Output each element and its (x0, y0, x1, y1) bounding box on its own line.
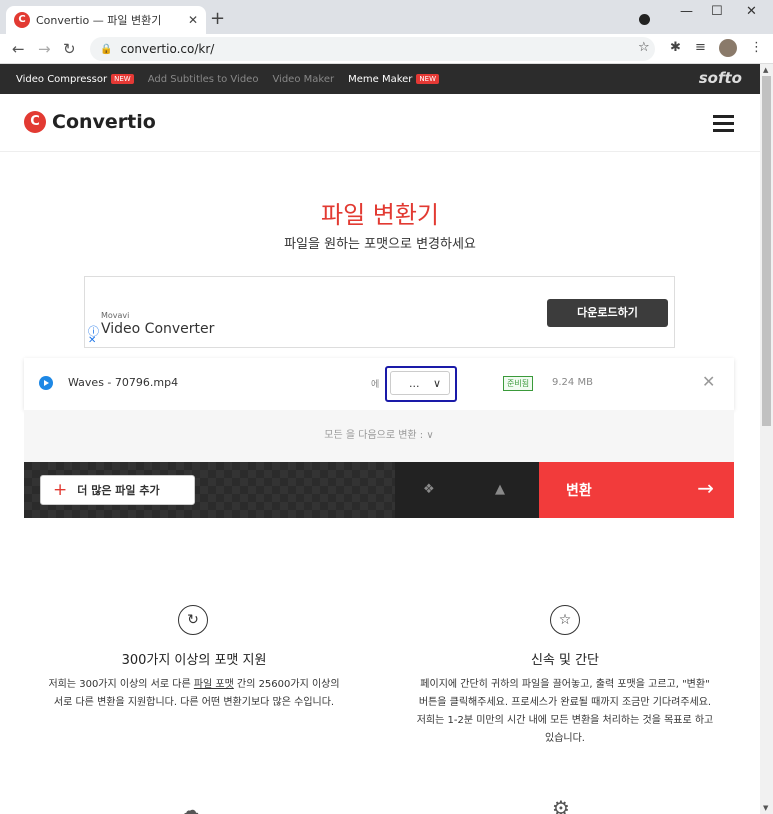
site-header: C Convertio (0, 94, 760, 152)
softo-logo[interactable]: softo (699, 69, 742, 87)
file-formats-link[interactable]: 파일 포맷 (194, 679, 234, 690)
annotation-highlight (385, 366, 457, 402)
browser-tab[interactable]: C Convertio — 파일 변환기 ✕ (6, 6, 206, 34)
cloud-icon: ☁ (180, 798, 200, 814)
scroll-down-arrow-icon[interactable]: ▼ (763, 804, 768, 812)
add-files-label: 더 많은 파일 추가 (77, 484, 160, 497)
to-label: 에 (371, 380, 380, 390)
softo-top-strip: Video Compressor NEW Add Subtitles to Vi… (0, 64, 760, 94)
strip-link-label: Add Subtitles to Video (147, 73, 259, 85)
convertio-favicon-icon: C (14, 12, 30, 28)
scroll-up-arrow-icon[interactable]: ▲ (763, 66, 768, 74)
strip-link-label: Meme Maker (348, 73, 413, 85)
ad-brand: Movavi (101, 311, 130, 320)
convert-all-dropdown[interactable]: 모든 을 다음으로 변환 : ∨ (24, 410, 734, 462)
ad-banner[interactable]: Movavi ⓘ Video Converter ✕ 다운로드하기 (84, 276, 675, 348)
strip-link-video-maker[interactable]: Video Maker (272, 74, 334, 85)
feature-title-fast: 신속 및 간단 (530, 653, 600, 668)
remove-file-icon[interactable]: ✕ (702, 372, 715, 391)
lock-icon: 🔒 (100, 43, 113, 55)
status-badge: 준비됨 (503, 376, 534, 391)
profile-avatar[interactable] (719, 39, 737, 57)
plus-icon: + (53, 480, 68, 500)
tab-title: Convertio — 파일 변환기 (36, 14, 162, 27)
tab-close-icon[interactable]: ✕ (188, 13, 198, 27)
forward-arrow-icon[interactable]: → (38, 40, 51, 58)
logo-text: Convertio (52, 111, 156, 133)
google-drive-icon: ▲ (495, 482, 505, 497)
browser-menu-icon[interactable]: ⋮ (750, 40, 763, 55)
new-tab-icon[interactable]: + (210, 8, 225, 29)
settings-gear-icon: ⚙ (552, 796, 570, 814)
file-name: Waves - 70796.mp4 (68, 376, 179, 389)
strip-link-add-subtitles[interactable]: Add Subtitles to Video (148, 74, 259, 85)
arrow-right-icon: → (697, 476, 714, 500)
feature-desc-formats: 저희는 300가지 이상의 서로 다른 파일 포맷 간의 25600가지 이상의… (48, 679, 340, 708)
convertio-logo[interactable]: C Convertio (24, 111, 156, 133)
convert-button[interactable]: 변환 → (539, 462, 734, 518)
feature-desc-fast: 페이지에 간단히 귀하의 파일을 끌어놓고, 출력 포맷을 고르고, "변환" … (416, 679, 714, 744)
video-play-icon (39, 376, 53, 390)
maximize-icon[interactable]: ☐ (711, 4, 723, 19)
browser-profile-indicator-icon[interactable] (639, 14, 650, 25)
browser-address-bar: ← → ↻ 🔒 convertio.co/kr/ ☆ ✱ ≡ ⋮ (0, 34, 773, 64)
ad-product: Video Converter (101, 321, 215, 337)
add-more-files-button[interactable]: + 더 많은 파일 추가 (40, 475, 195, 505)
reading-list-icon[interactable]: ≡ (695, 40, 706, 55)
extensions-puzzle-icon[interactable]: ✱ (670, 40, 681, 55)
url-text: convertio.co/kr/ (120, 42, 215, 56)
ad-close-icon[interactable]: ✕ (88, 335, 96, 346)
new-badge: NEW (416, 74, 439, 84)
minimize-icon[interactable]: — (680, 4, 693, 19)
strip-link-label: Video Maker (272, 73, 335, 85)
page-subtitle: 파일을 원하는 포맷으로 변경하세요 (284, 237, 476, 252)
scroll-thumb[interactable] (762, 76, 771, 426)
file-size: 9.24 MB (552, 377, 593, 388)
convertio-logo-icon: C (24, 111, 46, 133)
back-arrow-icon[interactable]: ← (12, 40, 25, 58)
dropbox-button[interactable]: ❖ (395, 462, 467, 518)
bookmark-star-icon[interactable]: ☆ (638, 40, 650, 55)
strip-link-video-compressor[interactable]: Video Compressor NEW (16, 74, 134, 85)
feature-title-formats: 300가지 이상의 포맷 지원 (121, 653, 267, 668)
file-row: Waves - 70796.mp4 에 ... ∨ 준비됨 9.24 MB ✕ (24, 358, 734, 410)
reload-icon[interactable]: ↻ (63, 40, 76, 58)
browser-tabbar: C Convertio — 파일 변환기 ✕ + — ☐ ✕ (0, 0, 773, 34)
hamburger-menu-icon[interactable] (713, 115, 734, 136)
action-bar: + 더 많은 파일 추가 ❖ ▲ 변환 → (24, 462, 734, 518)
ad-download-button[interactable]: 다운로드하기 (547, 299, 668, 327)
convert-label: 변환 (566, 483, 592, 499)
page-title: 파일 변환기 (320, 201, 440, 229)
close-window-icon[interactable]: ✕ (746, 4, 757, 19)
dropbox-icon: ❖ (423, 482, 435, 497)
google-drive-button[interactable]: ▲ (467, 462, 539, 518)
url-field[interactable]: 🔒 convertio.co/kr/ (90, 37, 655, 61)
strip-link-meme-maker[interactable]: Meme Maker NEW (348, 74, 439, 85)
refresh-icon: ↻ (178, 605, 208, 635)
page-scrollbar[interactable]: ▲ ▼ (760, 64, 773, 814)
star-icon: ☆ (550, 605, 580, 635)
strip-link-label: Video Compressor (16, 73, 108, 85)
new-badge: NEW (111, 74, 134, 84)
